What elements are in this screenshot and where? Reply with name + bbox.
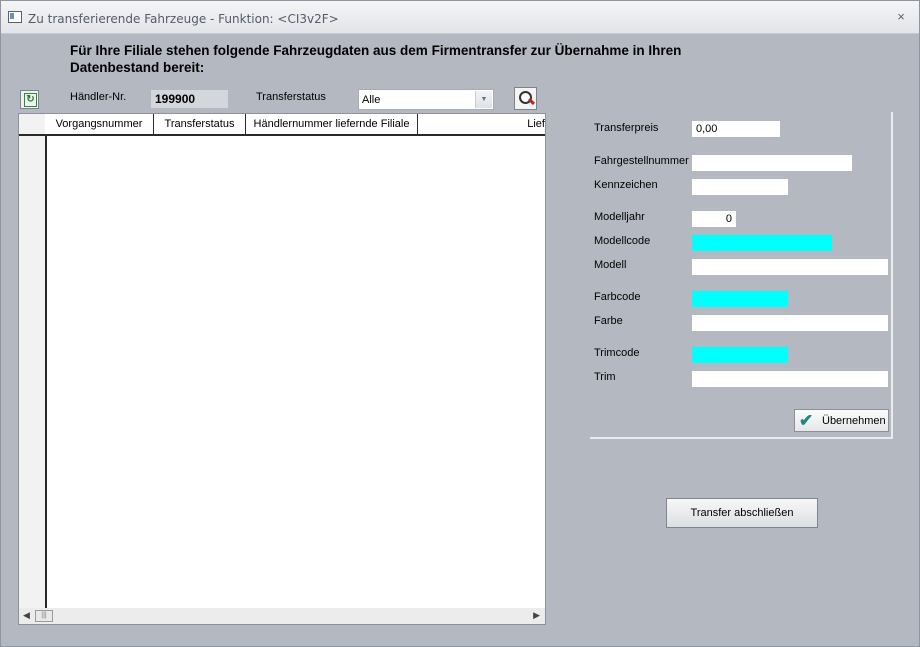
title-bar: Zu transferierende Fahrzeuge - Funktion:… bbox=[1, 1, 919, 34]
kennzeichen-field[interactable] bbox=[692, 179, 788, 195]
transfer-status-select[interactable]: Alle ▼ bbox=[358, 89, 494, 110]
transfer-status-label: Transferstatus bbox=[256, 91, 326, 103]
search-button[interactable] bbox=[514, 87, 537, 110]
check-icon: ✔ bbox=[799, 411, 814, 430]
column-header-vorgangsnummer[interactable]: Vorgangsnummer bbox=[45, 114, 154, 134]
kennzeichen-label: Kennzeichen bbox=[594, 179, 658, 191]
column-header-haendlernummer[interactable]: Händlernummer liefernde Filiale bbox=[246, 114, 418, 134]
uebernehmen-label: Übernehmen bbox=[822, 415, 886, 427]
page-headline: Für Ihre Filiale stehen folgende Fahrzeu… bbox=[70, 43, 682, 75]
modellcode-field[interactable] bbox=[692, 235, 832, 251]
transferpreis-label: Transferpreis bbox=[594, 122, 659, 134]
refresh-button[interactable]: ↻ bbox=[20, 90, 39, 109]
dealer-number-label: Händler-Nr. bbox=[70, 91, 127, 103]
dealer-number-field: 199900 bbox=[151, 90, 228, 108]
horizontal-scrollbar[interactable]: ◀ ||| ▶ bbox=[19, 608, 545, 624]
scroll-right-icon[interactable]: ▶ bbox=[533, 610, 540, 621]
window-title: Zu transferierende Fahrzeuge - Funktion:… bbox=[28, 12, 339, 26]
modellcode-label: Modellcode bbox=[594, 235, 651, 247]
table-header: Vorgangsnummer Transferstatus Händlernum… bbox=[19, 114, 545, 136]
transfer-status-value: Alle bbox=[362, 94, 381, 106]
fahrgestellnummer-field[interactable] bbox=[692, 155, 852, 171]
row-header-column bbox=[19, 114, 47, 608]
scroll-left-icon[interactable]: ◀ bbox=[23, 610, 30, 621]
window-icon bbox=[8, 11, 22, 23]
modell-label: Modell bbox=[594, 259, 627, 271]
farbe-label: Farbe bbox=[594, 315, 623, 327]
modell-field[interactable] bbox=[692, 259, 888, 275]
transferpreis-field[interactable]: 0,00 bbox=[692, 121, 780, 137]
table-corner bbox=[19, 114, 45, 134]
chevron-down-icon[interactable]: ▼ bbox=[475, 91, 492, 108]
farbcode-label: Farbcode bbox=[594, 291, 641, 303]
modelljahr-field[interactable]: 0 bbox=[692, 211, 736, 227]
fahrgestellnummer-label: Fahrgestellnummer bbox=[594, 155, 689, 167]
transfer-abschliessen-button[interactable]: Transfer abschließen bbox=[666, 498, 818, 528]
modelljahr-label: Modelljahr bbox=[594, 211, 645, 223]
trimcode-label: Trimcode bbox=[594, 347, 640, 359]
vehicle-table[interactable]: Vorgangsnummer Transferstatus Händlernum… bbox=[18, 113, 546, 625]
close-icon[interactable]: × bbox=[893, 9, 909, 25]
trim-field[interactable] bbox=[692, 371, 888, 387]
trimcode-field[interactable] bbox=[692, 347, 788, 363]
main-window: Zu transferierende Fahrzeuge - Funktion:… bbox=[0, 0, 920, 647]
uebernehmen-button[interactable]: ✔ Übernehmen bbox=[794, 409, 889, 432]
farbcode-field[interactable] bbox=[692, 291, 788, 307]
scroll-thumb[interactable]: ||| bbox=[35, 610, 53, 622]
column-header-transferstatus[interactable]: Transferstatus bbox=[154, 114, 246, 134]
farbe-field[interactable] bbox=[692, 315, 888, 331]
refresh-icon: ↻ bbox=[24, 93, 37, 107]
trim-label: Trim bbox=[594, 371, 616, 383]
column-header-lief[interactable]: Lief bbox=[418, 114, 545, 134]
